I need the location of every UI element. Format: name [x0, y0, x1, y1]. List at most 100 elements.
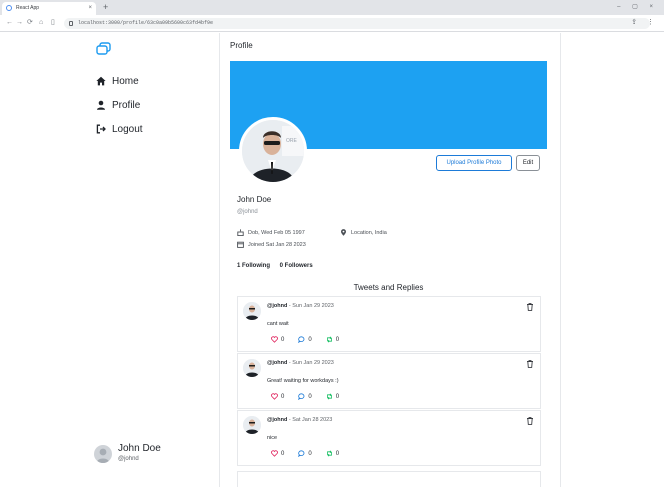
home-icon	[95, 75, 107, 87]
delete-icon[interactable]	[526, 417, 534, 425]
tweet-date: - Sat Jan 28 2023	[288, 417, 333, 423]
retweet-count: 0	[335, 336, 340, 343]
heart-icon	[271, 336, 278, 343]
like-count: 0	[281, 450, 285, 457]
sidebar-item-label: Profile	[112, 99, 141, 111]
reply-count: 0	[308, 393, 312, 400]
tweet-text: nice	[267, 435, 278, 441]
profile-handle: @johnd	[237, 209, 258, 215]
window-controls[interactable]: – ▢ ×	[617, 3, 658, 10]
comment-icon	[298, 336, 305, 343]
svg-text:ORE: ORE	[286, 138, 298, 144]
following-count[interactable]: 1 Following	[237, 263, 270, 269]
tweet-actions: 0 0 0	[271, 450, 353, 457]
address-bar[interactable]: localhost:3000/profile/63c0a09b5600c63fd…	[64, 18, 650, 29]
forward-icon[interactable]: →	[16, 17, 23, 29]
retweet-count: 0	[335, 450, 340, 457]
toolbar-menu-icons[interactable]: ⇪ ⋮	[631, 17, 658, 29]
tweet-text: cant wait	[267, 321, 289, 327]
profile-joined: Joined Sat Jan 28 2023	[237, 241, 306, 248]
tweet-handle[interactable]: @johnd	[267, 303, 287, 309]
user-name: John Doe	[118, 443, 161, 454]
tweet-header: @johnd - Sun Jan 29 2023	[267, 303, 334, 309]
reply-button[interactable]: 0	[298, 393, 312, 400]
tweet-card-partial[interactable]	[237, 471, 541, 487]
like-button[interactable]: 0	[271, 336, 284, 343]
retweet-icon	[326, 450, 332, 457]
reply-button[interactable]: 0	[298, 336, 312, 343]
lock-icon	[69, 21, 73, 26]
browser-tab[interactable]: React App ×	[2, 2, 96, 15]
new-tab-button[interactable]: +	[103, 2, 108, 13]
tweet-actions: 0 0 0	[271, 393, 353, 400]
bookmark-icon[interactable]: ▯	[51, 17, 55, 29]
upload-profile-photo-button[interactable]: Upload Profile Photo	[436, 155, 512, 171]
edit-profile-button[interactable]: Edit	[516, 155, 540, 171]
profile-photo-image: ORE	[242, 120, 304, 182]
retweet-count: 0	[335, 393, 340, 400]
avatar	[94, 445, 112, 463]
tab-title: React App	[16, 5, 40, 11]
retweet-button[interactable]: 0	[326, 450, 339, 457]
tweet-actions: 0 0 0	[271, 336, 353, 343]
like-button[interactable]: 0	[271, 450, 284, 457]
retweet-icon	[326, 336, 332, 343]
retweet-button[interactable]: 0	[326, 393, 339, 400]
tweet-avatar	[243, 359, 261, 377]
user-handle: @johnd	[118, 456, 139, 462]
cake-icon	[237, 229, 244, 236]
delete-icon[interactable]	[526, 360, 534, 368]
person-icon	[95, 99, 107, 111]
reply-button[interactable]: 0	[298, 450, 312, 457]
profile-photo: ORE	[239, 117, 307, 185]
retweet-button[interactable]: 0	[326, 336, 339, 343]
location-text: Location, India	[351, 229, 387, 236]
tab-close-icon[interactable]: ×	[88, 2, 92, 15]
location-pin-icon	[340, 229, 347, 236]
sidebar-item-logout[interactable]: Logout	[95, 121, 143, 137]
profile-location: Location, India	[340, 229, 387, 236]
home-button-icon[interactable]: ⌂	[39, 17, 43, 29]
browser-tab-bar: React App × + – ▢ ×	[0, 0, 664, 15]
sidebar-item-home[interactable]: Home	[95, 73, 139, 89]
tweet-date: - Sun Jan 29 2023	[288, 360, 334, 366]
tweet-card[interactable]: @johnd - Sun Jan 29 2023 cant wait 0 0 0	[237, 296, 541, 352]
dob-text: Dob, Wed Feb 05 1997	[248, 229, 305, 236]
back-icon[interactable]: ←	[6, 17, 13, 29]
tweet-header: @johnd - Sun Jan 29 2023	[267, 360, 334, 366]
app: Home Profile Logout John Doe @johnd Prof…	[0, 33, 664, 487]
tweets-section-title: Tweets and Replies	[353, 283, 424, 292]
sidebar-item-profile[interactable]: Profile	[95, 97, 140, 113]
tweet-text: Great! waiting for workdays :)	[267, 378, 339, 384]
main-column: Profile ORE Upload Profile Photo Edit Jo…	[219, 33, 561, 487]
heart-icon	[271, 393, 278, 400]
retweet-icon	[326, 393, 332, 400]
tweet-avatar	[243, 416, 261, 434]
sidebar-item-label: Logout	[112, 123, 143, 135]
sidebar-item-label: Home	[112, 75, 139, 87]
react-favicon-icon	[6, 5, 12, 11]
tweet-date: - Sun Jan 29 2023	[288, 303, 334, 309]
current-user-chip[interactable]: John Doe @johnd	[94, 441, 204, 467]
browser-toolbar: ← → ⟳ ⌂ ▯ localhost:3000/profile/63c0a09…	[0, 15, 664, 32]
logout-icon	[95, 123, 107, 135]
url-text: localhost:3000/profile/63c0a09b5600c63fd…	[78, 20, 214, 26]
profile-name: John Doe	[237, 195, 272, 204]
tweet-card[interactable]: @johnd - Sun Jan 29 2023 Great! waiting …	[237, 353, 541, 409]
profile-dob: Dob, Wed Feb 05 1997	[237, 229, 305, 236]
tweet-card[interactable]: @johnd - Sat Jan 28 2023 nice 0 0 0	[237, 410, 541, 466]
tweet-header: @johnd - Sat Jan 28 2023	[267, 417, 332, 423]
followers-count[interactable]: 0 Followers	[280, 263, 313, 269]
tweet-handle[interactable]: @johnd	[267, 360, 287, 366]
delete-icon[interactable]	[526, 303, 534, 311]
tweet-avatar	[243, 302, 261, 320]
reload-icon[interactable]: ⟳	[27, 17, 33, 29]
like-count: 0	[281, 393, 285, 400]
tweet-handle[interactable]: @johnd	[267, 417, 287, 423]
reply-count: 0	[308, 336, 312, 343]
comment-icon	[298, 450, 305, 457]
like-button[interactable]: 0	[271, 393, 284, 400]
app-logo-icon[interactable]	[96, 42, 111, 55]
joined-text: Joined Sat Jan 28 2023	[248, 241, 306, 248]
follow-stats: 1 Following 0 Followers	[237, 263, 321, 269]
